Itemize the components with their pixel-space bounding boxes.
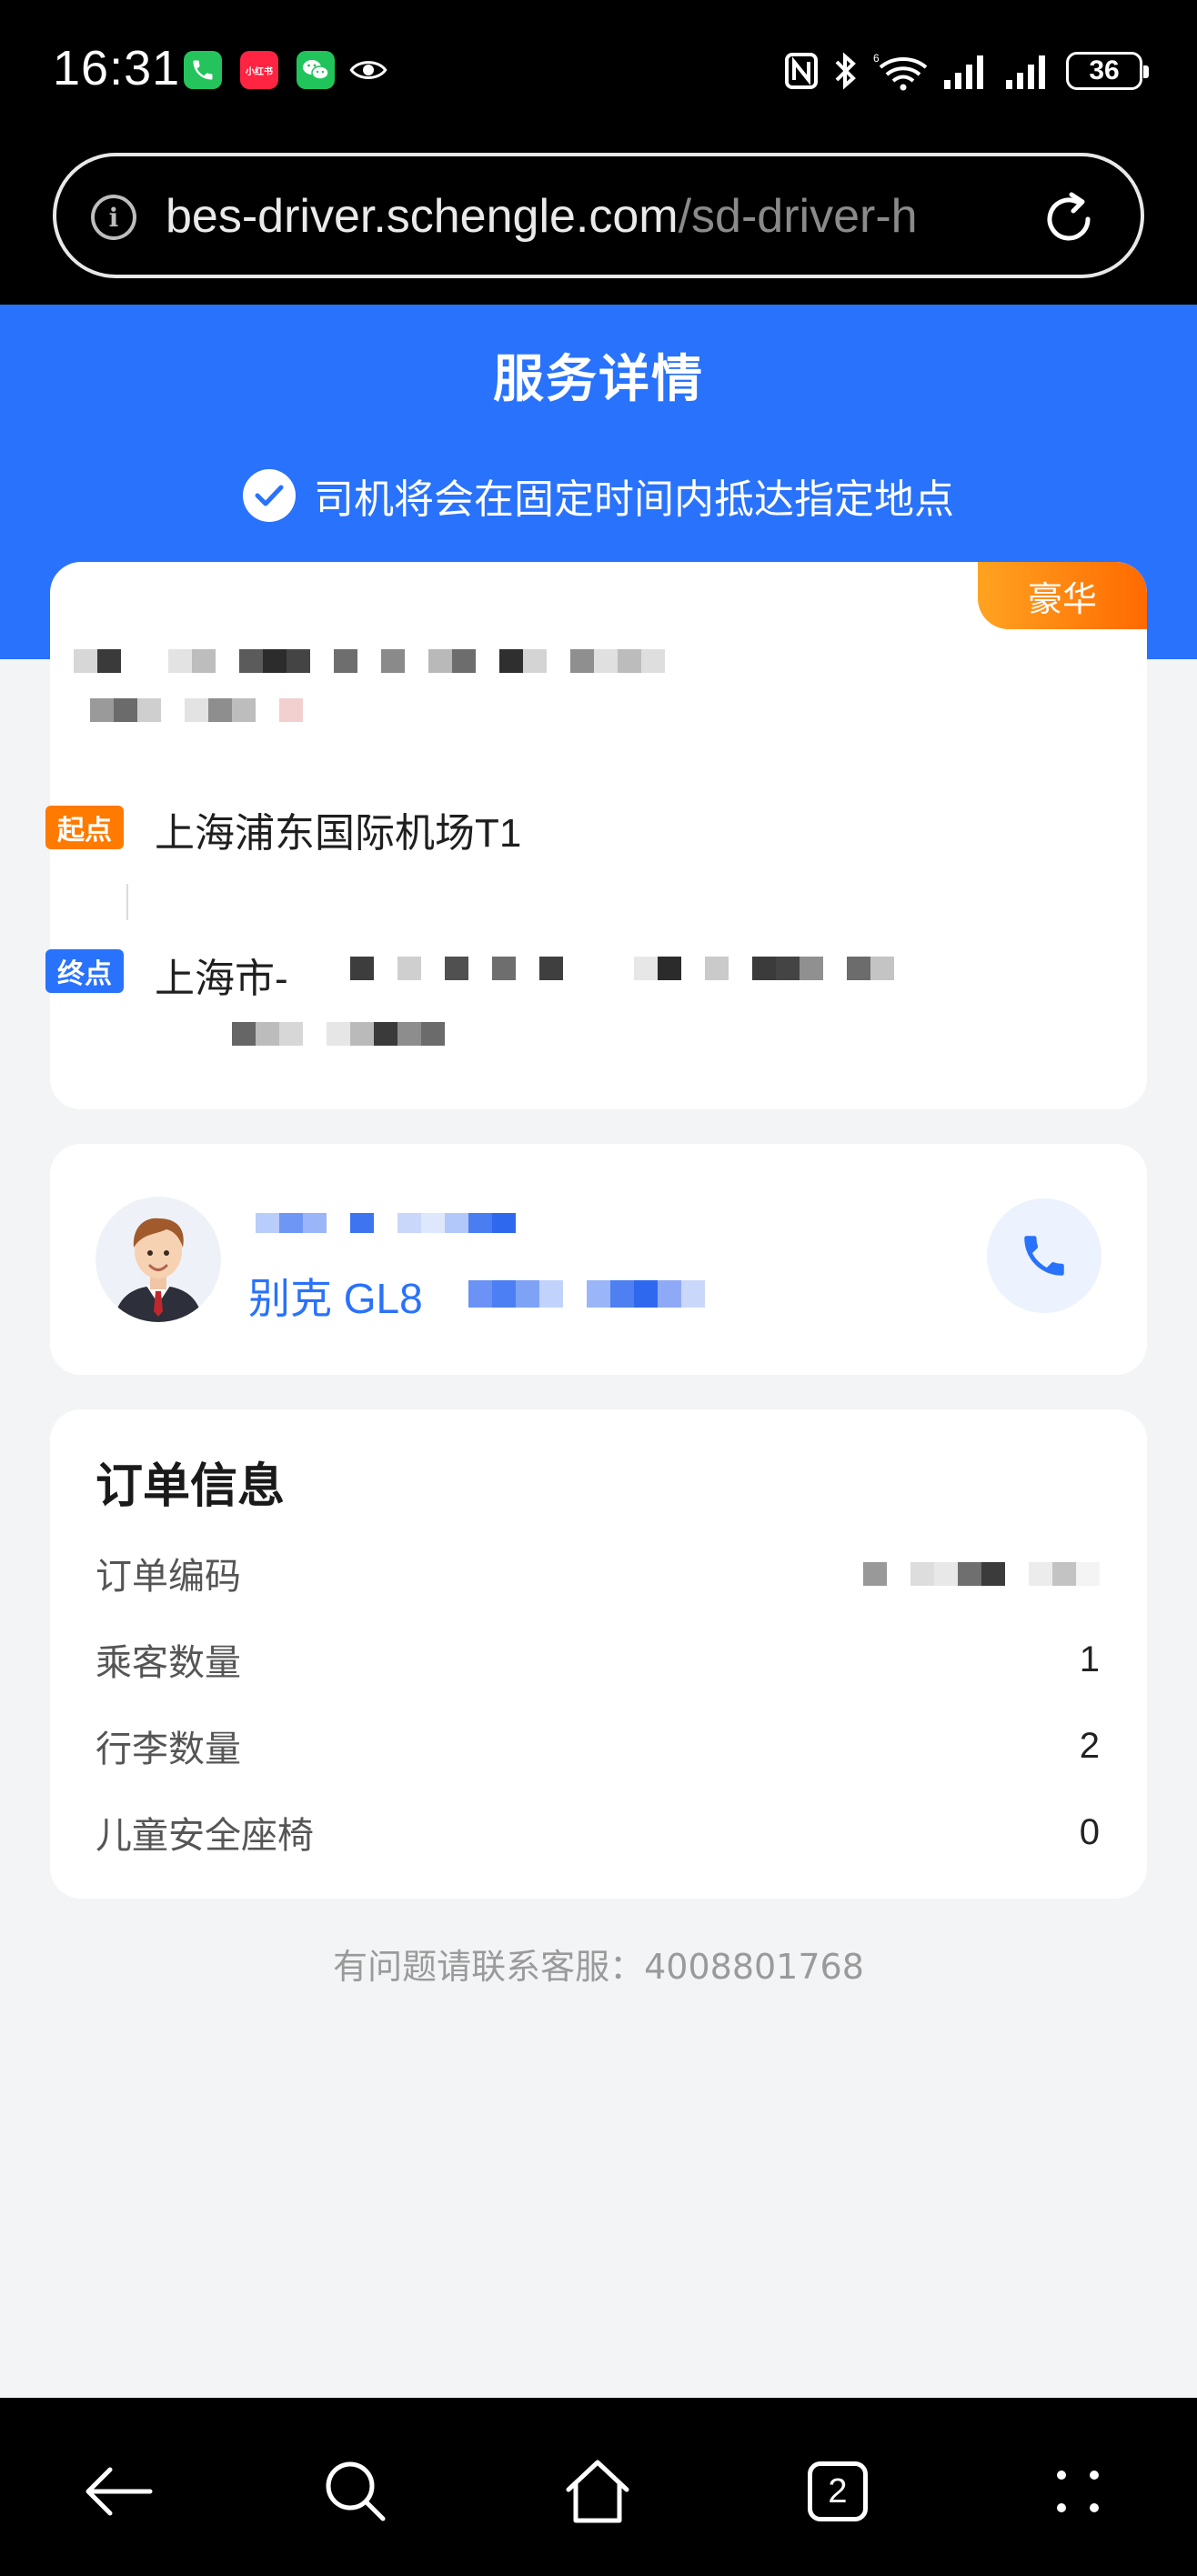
redacted-address	[232, 1022, 445, 1046]
start-address: 上海浦东国际机场T1	[155, 811, 522, 856]
reload-icon[interactable]	[1037, 187, 1101, 251]
back-arrow-icon	[86, 2467, 153, 2516]
order-row-value: 1	[1079, 1639, 1100, 1679]
service-tier-badge: 豪华	[978, 562, 1147, 629]
phone-icon	[1024, 1236, 1064, 1276]
url-text[interactable]: bes-driver.schengle.com/sd-driver-h	[166, 189, 1048, 247]
phone-app-icon	[184, 51, 222, 89]
customer-service-contact[interactable]: 有问题请联系客服：4008801768	[0, 1939, 1197, 1989]
driver-card: 别克 GL8	[50, 1144, 1147, 1375]
battery-indicator: 36	[1066, 52, 1149, 90]
wechat-app-icon	[297, 51, 335, 89]
order-row-number: 订单编码	[96, 1546, 1100, 1600]
status-time: 16:31	[53, 41, 181, 95]
status-bar: 16:31 小红书 6 36	[0, 0, 1197, 145]
order-row-label: 乘客数量	[96, 1642, 241, 1684]
tabs-button[interactable]: 2	[797, 2451, 879, 2532]
menu-button[interactable]	[1037, 2451, 1119, 2532]
info-icon[interactable]: i	[91, 195, 136, 240]
order-row-label: 儿童安全座椅	[96, 1815, 314, 1857]
bluetooth-icon	[835, 52, 856, 90]
order-row-value: 2	[1079, 1725, 1100, 1766]
driver-avatar	[96, 1197, 221, 1322]
redacted-plate-number	[468, 1280, 705, 1308]
end-tag: 终点	[45, 949, 124, 993]
redacted-driver-name	[256, 1213, 516, 1233]
url-bar[interactable]: i bes-driver.schengle.com/sd-driver-h	[53, 153, 1144, 278]
end-address: 上海市-	[155, 957, 288, 1001]
page: 16:31 小红书 6 36 i bes-driver.schengle.com…	[0, 0, 1197, 2576]
signal-icon	[944, 55, 983, 89]
page-title: 服务详情	[493, 350, 704, 409]
order-row-value: 0	[1079, 1811, 1100, 1852]
car-model: 别克 GL8	[248, 1275, 423, 1322]
tab-count: 2	[808, 2461, 868, 2521]
url-path: /sd-driver-h	[678, 190, 918, 243]
search-icon	[326, 2461, 386, 2521]
service-promise: 司机将会在固定时间内抵达指定地点	[0, 464, 1197, 527]
eye-icon	[349, 51, 387, 89]
svg-text:6: 6	[873, 52, 880, 65]
service-promise-text: 司机将会在固定时间内抵达指定地点	[314, 476, 954, 523]
menu-dots-icon	[1057, 2471, 1099, 2512]
status-right: 6 36	[784, 45, 1149, 96]
order-row-label: 订单编码	[96, 1556, 241, 1598]
order-info-card: 订单信息 订单编码 乘客数量 1 行李数量 2 儿童安全座椅 0	[50, 1409, 1147, 1899]
start-tag: 起点	[45, 806, 124, 849]
redacted-info	[90, 698, 303, 722]
url-domain: bes-driver.schengle.com	[166, 190, 679, 243]
order-row-label: 行李数量	[96, 1729, 241, 1770]
redacted-address	[350, 957, 894, 980]
order-row-child-seat: 儿童安全座椅 0	[96, 1805, 1100, 1859]
order-row-luggage: 行李数量 2	[96, 1719, 1100, 1773]
redacted-info	[74, 649, 665, 673]
check-circle-icon	[243, 469, 296, 522]
browser-toolbar: i bes-driver.schengle.com/sd-driver-h	[0, 145, 1197, 305]
xiaohongshu-app-icon: 小红书	[240, 51, 278, 89]
signal-icon	[1006, 55, 1045, 89]
wifi-icon: 6	[873, 52, 928, 91]
nfc-icon	[785, 53, 818, 89]
home-icon	[566, 2460, 629, 2523]
search-button[interactable]	[315, 2451, 397, 2532]
redacted-order-number	[863, 1562, 1100, 1586]
back-button[interactable]	[78, 2451, 160, 2532]
home-button[interactable]	[557, 2451, 639, 2532]
order-row-passengers: 乘客数量 1	[96, 1632, 1100, 1687]
browser-bottom-nav: 2	[0, 2398, 1197, 2576]
call-driver-button[interactable]	[987, 1198, 1101, 1313]
route-connector	[126, 884, 128, 920]
order-info-title: 订单信息	[96, 1459, 286, 1514]
